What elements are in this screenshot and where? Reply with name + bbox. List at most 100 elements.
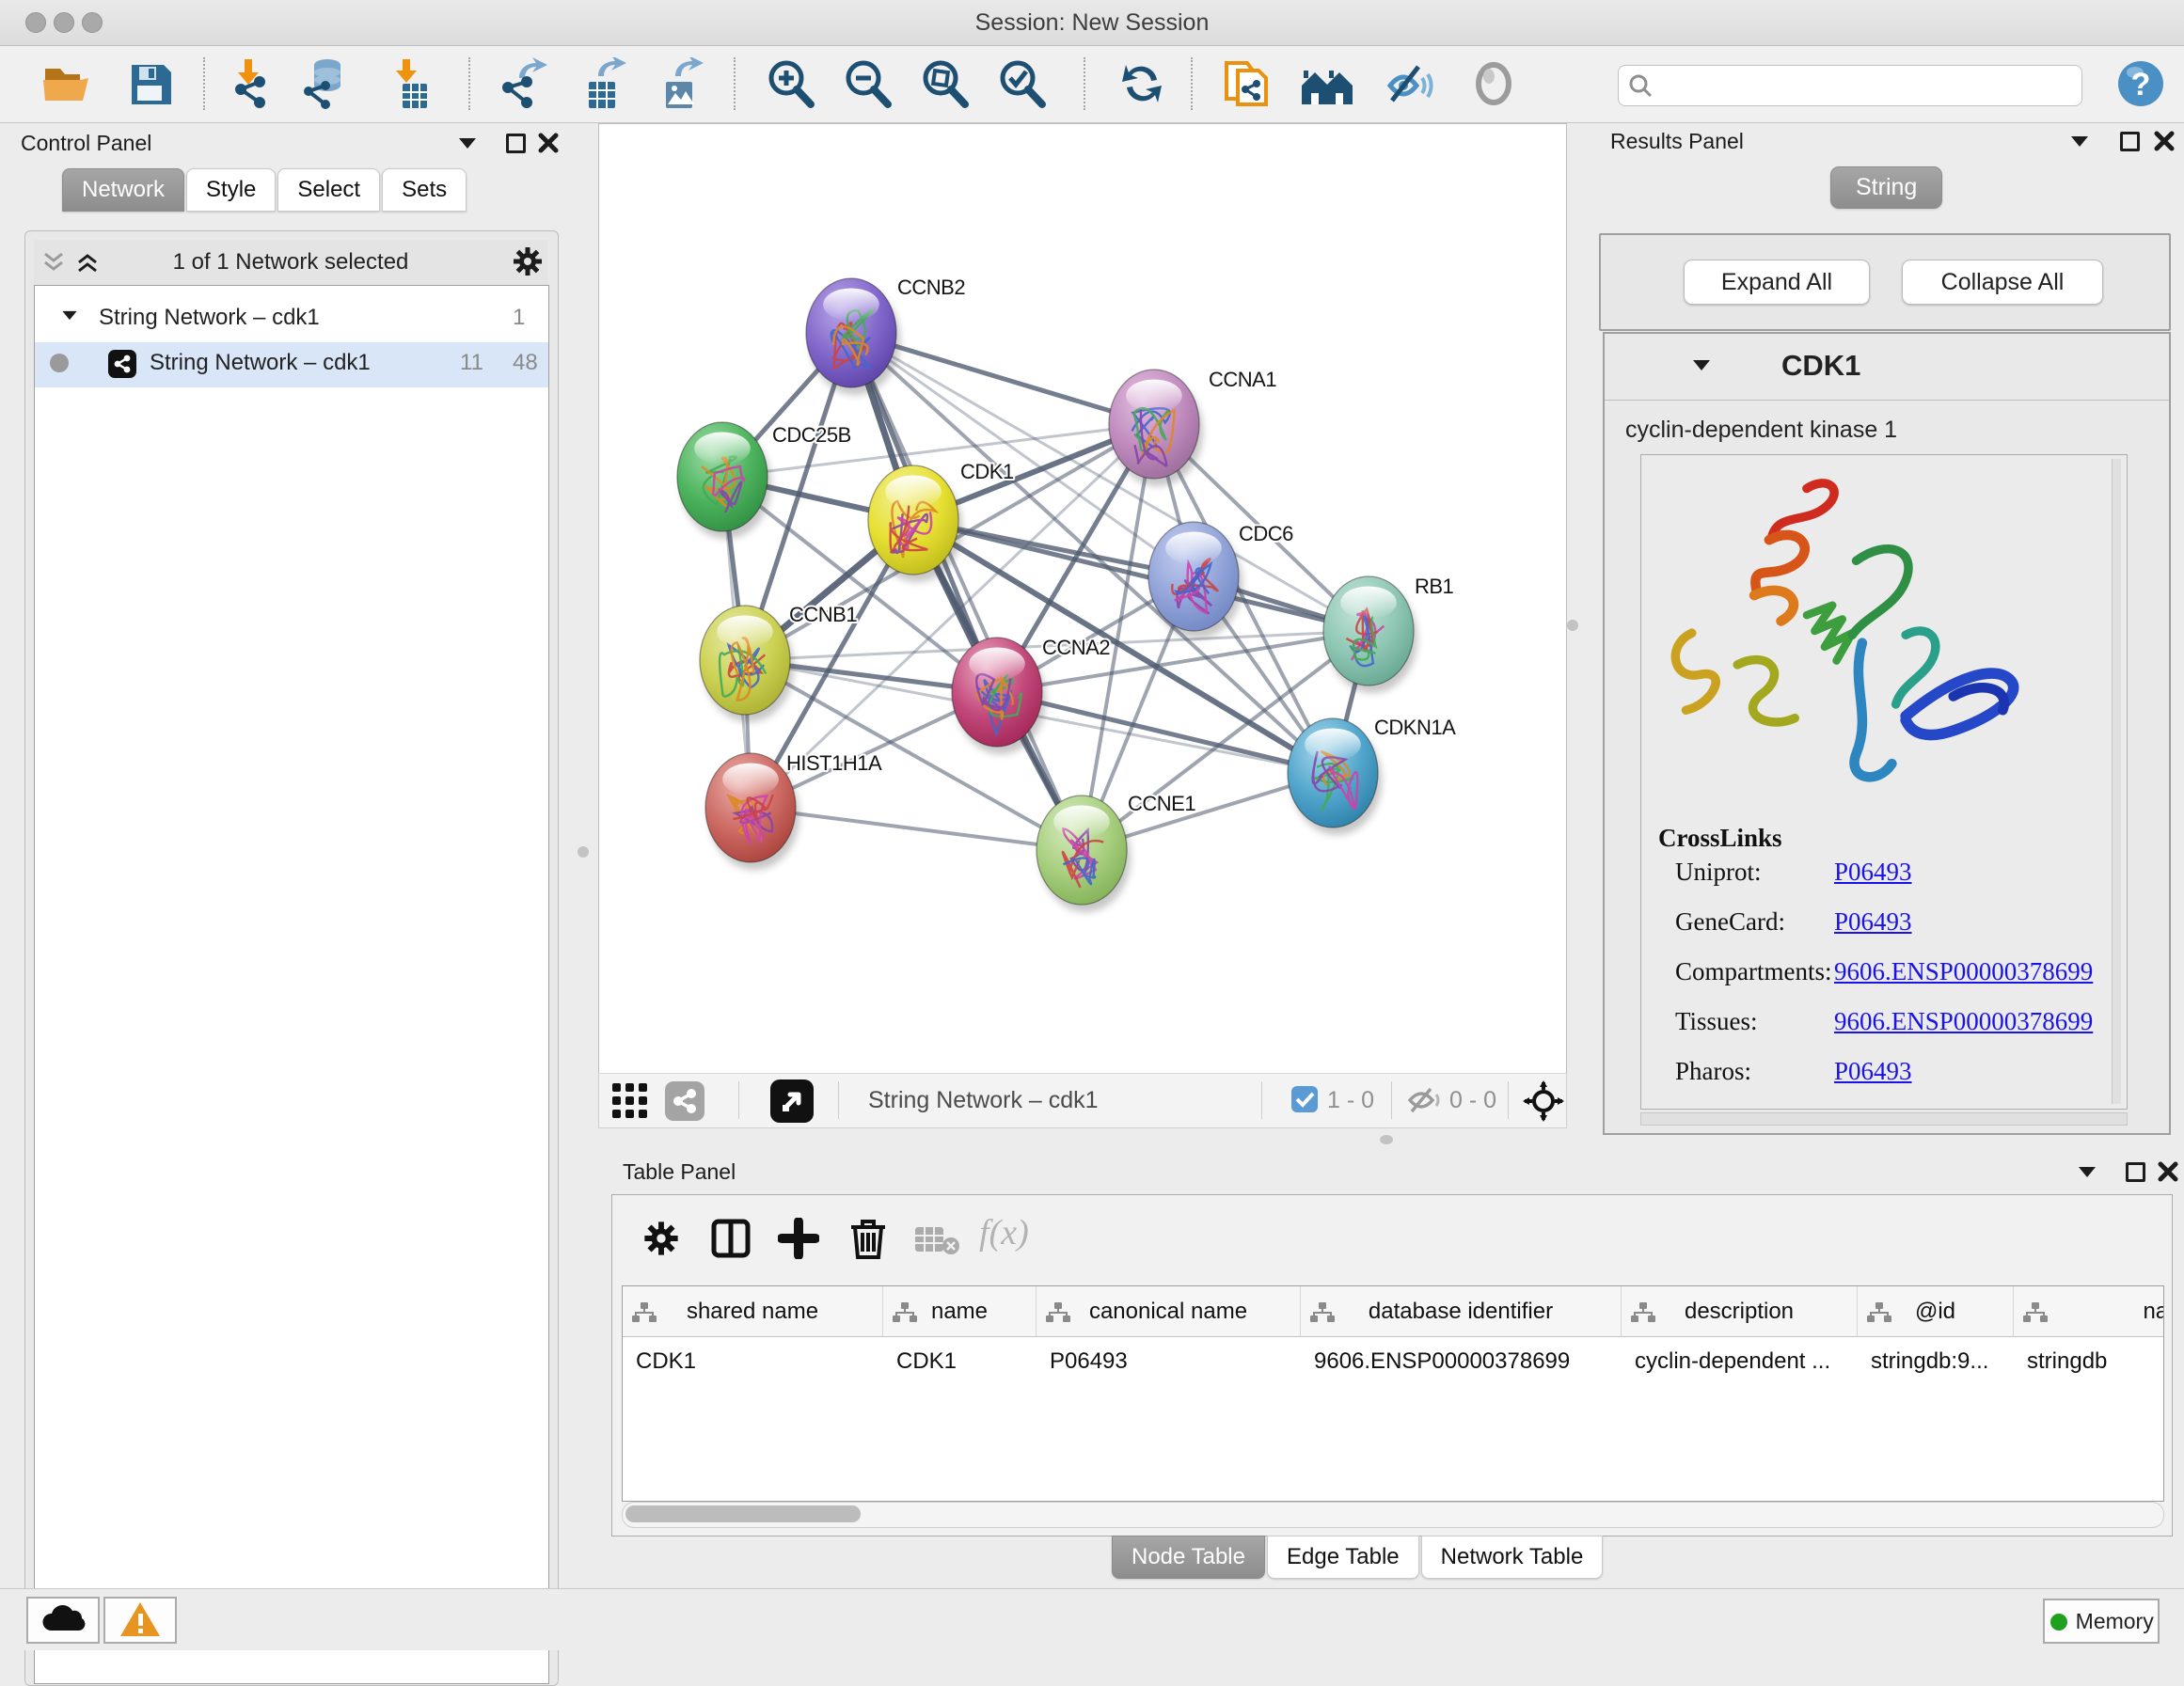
export-network-icon[interactable] — [497, 57, 549, 110]
network-status-dot — [50, 354, 69, 372]
search-input[interactable] — [1618, 65, 2082, 106]
network-share-icon[interactable] — [665, 1081, 704, 1121]
crosslink-link[interactable]: 9606.ENSP00000378699 — [1834, 957, 2093, 986]
tab-edge-table[interactable]: Edge Table — [1267, 1536, 1419, 1579]
table-gear-icon[interactable] — [642, 1220, 680, 1257]
birds-eye-view-icon[interactable] — [770, 1079, 814, 1123]
collapse-gene-icon[interactable] — [1693, 360, 1710, 370]
table-cell[interactable]: CDK1 — [883, 1338, 1037, 1385]
network-row-selected[interactable]: String Network – cdk1 11 48 — [35, 342, 548, 387]
crosslink-link[interactable]: P06493 — [1834, 1057, 1912, 1086]
column-header-canonicalname[interactable]: canonical name — [1037, 1286, 1301, 1337]
column-header-sharedname[interactable]: shared name — [623, 1286, 883, 1337]
open-session-icon[interactable] — [40, 57, 92, 110]
import-network-file-icon[interactable] — [228, 57, 280, 110]
edge-CCNB2-CCNE1[interactable] — [851, 333, 1082, 850]
node-CDC6[interactable]: CDC6 — [1148, 522, 1293, 638]
tab-select[interactable]: Select — [277, 168, 380, 212]
delete-icon[interactable] — [847, 1216, 889, 1261]
vertical-scrollbar[interactable] — [2112, 459, 2121, 1104]
edge-HIST1H1A-CCNE1[interactable] — [751, 808, 1082, 850]
export-table-icon[interactable] — [576, 57, 628, 110]
crosslink-link[interactable]: P06493 — [1834, 907, 1912, 937]
node-CDKN1A[interactable]: CDKN1A — [1288, 716, 1456, 835]
table-hscrollbar[interactable] — [622, 1502, 2164, 1528]
share-document-icon[interactable] — [1221, 57, 1274, 110]
node-table[interactable]: shared nameCDK1nameCDK1canonical nameP06… — [622, 1285, 2164, 1502]
column-select-icon[interactable] — [710, 1218, 752, 1259]
edge-CDK1-RB1[interactable] — [913, 520, 1369, 631]
table-cell[interactable]: stringdb:9... — [1858, 1338, 2014, 1385]
warning-button[interactable] — [103, 1597, 177, 1644]
memory-button[interactable]: Memory — [2043, 1599, 2160, 1644]
panel-close-icon[interactable] — [2158, 1161, 2178, 1182]
import-table-icon[interactable] — [386, 57, 438, 110]
show-glass-eye-icon — [1467, 57, 1520, 110]
column-header-databaseidentifier[interactable]: database identifier — [1301, 1286, 1622, 1337]
gene-detail-box: CrossLinks Uniprot:P06493GeneCard:P06493… — [1640, 454, 2128, 1110]
tab-sets[interactable]: Sets — [382, 168, 467, 212]
crosslink-link[interactable]: P06493 — [1834, 858, 1912, 887]
tree-expand-icon[interactable] — [62, 311, 76, 320]
grid-view-icon[interactable] — [612, 1083, 650, 1119]
panel-close-icon[interactable] — [2154, 131, 2175, 151]
node-HIST1H1A[interactable]: HIST1H1A — [705, 751, 882, 870]
selected-counts: 1 - 0 — [1327, 1087, 1374, 1114]
zoom-in-icon[interactable] — [764, 57, 816, 110]
panel-menu-icon[interactable] — [2071, 136, 2088, 147]
hidden-eye-icon[interactable] — [1406, 1085, 1444, 1115]
panel-menu-icon[interactable] — [459, 138, 476, 149]
node-CDC25B[interactable]: CDC25B — [677, 422, 851, 539]
node-CCNE1[interactable]: CCNE1 — [1037, 792, 1195, 912]
panel-float-icon[interactable] — [2120, 132, 2140, 151]
tab-node-table[interactable]: Node Table — [1112, 1536, 1265, 1579]
tab-network[interactable]: Network — [62, 168, 184, 212]
options-gear-icon[interactable] — [512, 245, 544, 277]
title-bar: Session: New Session — [0, 0, 2184, 46]
refresh-icon[interactable] — [1116, 57, 1168, 110]
selected-checkbox-icon[interactable] — [1291, 1086, 1318, 1112]
save-session-icon[interactable] — [124, 57, 177, 110]
hide-glass-eye-icon[interactable] — [1383, 57, 1435, 110]
zoom-fit-icon[interactable] — [918, 57, 971, 110]
panel-float-icon[interactable] — [506, 134, 526, 153]
cloud-button[interactable] — [26, 1597, 100, 1644]
column-header-name[interactable]: name — [883, 1286, 1037, 1337]
table-cell[interactable]: stringdb — [2014, 1338, 2164, 1385]
panel-close-icon[interactable] — [538, 133, 559, 153]
string-home-icon[interactable] — [1300, 57, 1353, 110]
fit-content-crosshair-icon[interactable] — [1523, 1080, 1564, 1122]
crosslink-link[interactable]: 9606.ENSP00000378699 — [1834, 1007, 2093, 1036]
splitter-handle[interactable] — [578, 846, 589, 858]
panel-float-icon[interactable] — [2126, 1162, 2145, 1182]
table-cell[interactable]: cyclin-dependent ... — [1622, 1338, 1858, 1385]
column-header-description[interactable]: description — [1622, 1286, 1858, 1337]
zoom-selected-icon[interactable] — [995, 57, 1048, 110]
node-CCNA1[interactable]: CCNA1 — [1109, 368, 1276, 486]
network-collection-row[interactable]: String Network – cdk1 1 — [35, 297, 548, 342]
zoom-out-icon[interactable] — [841, 57, 894, 110]
node-CCNB2[interactable]: CCNB2 — [806, 276, 965, 395]
splitter-handle[interactable] — [1567, 620, 1578, 631]
column-header-id[interactable]: @id — [1858, 1286, 2014, 1337]
horizontal-scrollbar[interactable] — [1640, 1112, 2128, 1126]
node-CCNA2[interactable]: CCNA2 — [952, 636, 1110, 754]
table-cell[interactable]: 9606.ENSP00000378699 — [1301, 1338, 1622, 1385]
tab-network-table[interactable]: Network Table — [1421, 1536, 1604, 1579]
expand-all-button[interactable]: Expand All — [1684, 260, 1870, 305]
table-cell[interactable]: CDK1 — [623, 1338, 883, 1385]
tab-style[interactable]: Style — [186, 168, 276, 212]
add-column-icon[interactable] — [778, 1218, 819, 1259]
collapse-all-button[interactable]: Collapse All — [1902, 260, 2103, 305]
panel-menu-icon[interactable] — [2079, 1167, 2096, 1177]
network-canvas[interactable]: CCNB2CCNA1CDC25BCDK1CDC6RB1CCNB1CCNA2CDK… — [598, 123, 1567, 1074]
node-RB1[interactable]: RB1 — [1323, 575, 1454, 693]
import-network-database-icon[interactable] — [299, 57, 352, 110]
export-image-icon[interactable] — [653, 57, 705, 110]
help-icon[interactable]: ? — [2116, 59, 2169, 112]
gene-card-header[interactable]: CDK1 — [1605, 334, 2169, 401]
node-CDK1[interactable]: CDK1 — [868, 460, 1014, 582]
column-header-namespace[interactable]: namespace — [2014, 1286, 2164, 1337]
tab-string[interactable]: String — [1830, 166, 1942, 209]
table-cell[interactable]: P06493 — [1037, 1338, 1301, 1385]
